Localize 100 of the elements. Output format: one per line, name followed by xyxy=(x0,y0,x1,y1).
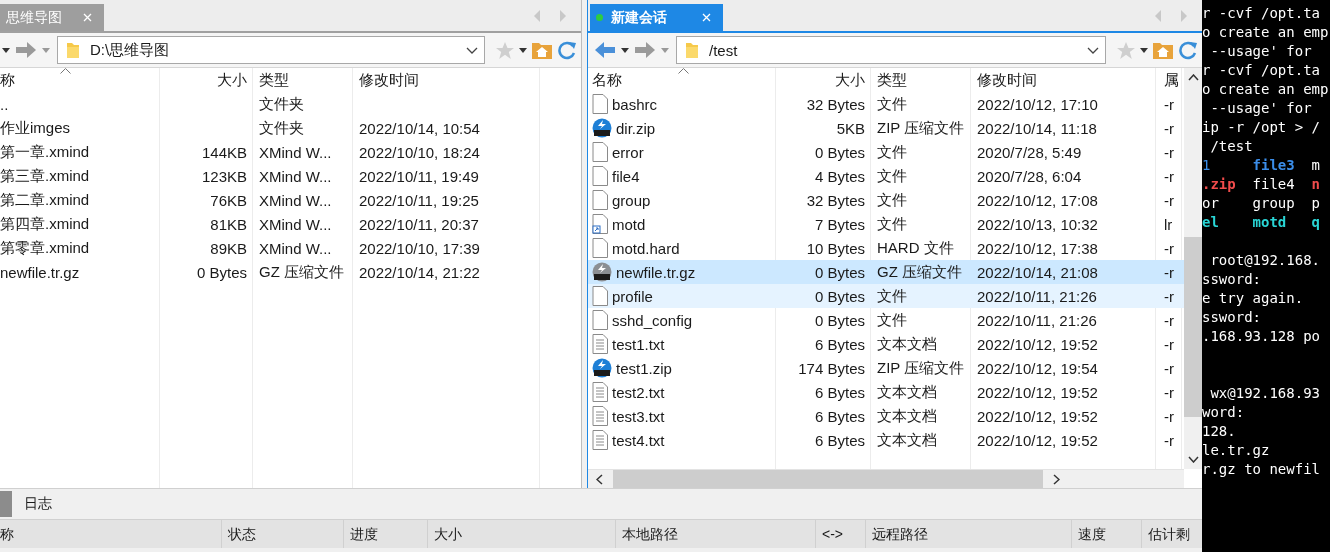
scroll-down-icon[interactable] xyxy=(1187,456,1199,463)
file-permissions: -r xyxy=(1164,431,1174,449)
file-row[interactable]: 第二章.xmind 76KB XMind W... 2022/10/11, 19:25 xyxy=(0,188,581,212)
back-dropdown-icon[interactable] xyxy=(2,47,10,53)
file-row[interactable]: file4 4 Bytes 文件 2020/7/28, 6:04 -r xyxy=(588,164,1184,188)
file-name: file4 xyxy=(612,167,640,185)
scroll-right-icon[interactable] xyxy=(1053,473,1060,485)
modified-time: 2022/10/12, 17:08 xyxy=(977,191,1098,209)
column-header[interactable]: 大小 xyxy=(428,520,616,548)
forward-arrow-icon[interactable] xyxy=(15,41,37,59)
modified-time: 2022/10/12, 19:52 xyxy=(977,383,1098,401)
path-field[interactable]: /test xyxy=(676,36,1106,64)
file-row[interactable]: 第一章.xmind 144KB XMind W... 2022/10/10, 18:24 xyxy=(0,140,581,164)
column-header[interactable]: 称 xyxy=(0,68,160,92)
file-row[interactable]: test4.txt 6 Bytes 文本文档 2022/10/12, 19:52 -r xyxy=(588,428,1184,452)
scroll-left-icon[interactable] xyxy=(596,473,603,485)
file-size: 6 Bytes xyxy=(814,383,865,401)
file-row[interactable]: test3.txt 6 Bytes 文本文档 2022/10/12, 19:52 -r xyxy=(588,404,1184,428)
home-folder-icon[interactable] xyxy=(1153,41,1173,59)
file-icon xyxy=(592,310,608,330)
terminal-text: 1 xyxy=(1202,156,1212,175)
file-row[interactable]: error 0 Bytes 文件 2020/7/28, 5:49 -r xyxy=(588,140,1184,164)
column-header[interactable]: 估计剩 xyxy=(1142,520,1202,548)
column-header[interactable]: 大小 xyxy=(160,68,253,92)
terminal-text: word: xyxy=(1202,403,1245,422)
file-row[interactable]: 第三章.xmind 123KB XMind W... 2022/10/11, 19:49 xyxy=(0,164,581,188)
file-type: 文件 xyxy=(877,94,907,114)
file-row[interactable]: 第零章.xmind 89KB XMind W... 2022/10/10, 17:39 xyxy=(0,236,581,260)
terminal-text: .168.93.128 po xyxy=(1202,327,1320,346)
column-header[interactable]: <-> xyxy=(816,520,866,548)
star-icon[interactable] xyxy=(496,41,514,59)
file-name: error xyxy=(612,143,644,161)
column-header[interactable]: 状态 xyxy=(222,520,344,548)
star-dropdown-icon[interactable] xyxy=(519,47,527,53)
file-row[interactable]: sshd_config 0 Bytes 文件 2022/10/11, 21:26 -r xyxy=(588,308,1184,332)
close-icon[interactable] xyxy=(702,13,711,22)
file-row[interactable]: newfile.tr.gz 0 Bytes GZ 压缩文件 2022/10/14, 21:08 -r xyxy=(588,260,1184,284)
column-header[interactable]: 称 xyxy=(0,520,222,548)
column-header[interactable]: 名称 xyxy=(588,68,776,92)
star-dropdown-icon[interactable] xyxy=(1140,47,1148,53)
file-permissions: -r xyxy=(1164,311,1174,329)
column-header[interactable]: 速度 xyxy=(1072,520,1142,548)
gz-archive-icon xyxy=(592,262,612,282)
file-row[interactable]: test2.txt 6 Bytes 文本文档 2022/10/12, 19:52 -r xyxy=(588,380,1184,404)
column-header[interactable]: 远程路径 xyxy=(866,520,1072,548)
path-field[interactable]: D:\思维导图 xyxy=(57,36,485,64)
star-icon[interactable] xyxy=(1117,41,1135,59)
file-row[interactable]: motd.hard 10 Bytes HARD 文件 2022/10/12, 17:38 -r xyxy=(588,236,1184,260)
file-permissions: -r xyxy=(1164,359,1174,377)
file-name: 第一章.xmind xyxy=(0,142,90,162)
refresh-icon[interactable] xyxy=(1178,40,1198,60)
file-type: ZIP 压缩文件 xyxy=(877,118,965,138)
file-row[interactable]: .. 文件夹 xyxy=(0,92,581,116)
forward-dropdown-icon[interactable] xyxy=(42,47,50,53)
chevron-down-icon[interactable] xyxy=(1087,46,1099,54)
column-header[interactable]: 类型 xyxy=(871,68,971,92)
terminal-panel[interactable] xyxy=(1202,0,1330,552)
refresh-icon[interactable] xyxy=(557,40,577,60)
file-size: 6 Bytes xyxy=(814,335,865,353)
column-header[interactable]: 修改时间 xyxy=(353,68,540,92)
back-dropdown-icon[interactable] xyxy=(621,47,629,53)
file-row[interactable]: group 32 Bytes 文件 2022/10/12, 17:08 -r xyxy=(588,188,1184,212)
column-header[interactable]: 修改时间 xyxy=(971,68,1156,92)
column-header[interactable]: 本地路径 xyxy=(616,520,816,548)
file-name: sshd_config xyxy=(612,311,693,329)
file-type: HARD 文件 xyxy=(877,238,954,258)
back-arrow-icon[interactable] xyxy=(594,41,616,59)
file-row[interactable]: test1.zip 174 Bytes ZIP 压缩文件 2022/10/12, 19:54 -r xyxy=(588,356,1184,380)
file-size: 123KB xyxy=(201,167,247,185)
file-icon xyxy=(592,238,608,258)
column-header[interactable]: 类型 xyxy=(253,68,353,92)
scroll-up-icon[interactable] xyxy=(1187,74,1199,81)
file-row[interactable]: profile 0 Bytes 文件 2022/10/11, 21:26 -r xyxy=(588,284,1184,308)
file-name: newfile.tr.gz xyxy=(0,263,80,281)
vertical-scrollbar[interactable] xyxy=(1184,68,1202,469)
file-row[interactable]: bashrc 32 Bytes 文件 2022/10/12, 17:10 -r xyxy=(588,92,1184,116)
scrollbar-thumb[interactable] xyxy=(613,470,1043,488)
file-name: profile xyxy=(612,287,653,305)
log-tab[interactable]: 日志 xyxy=(20,495,56,513)
file-row[interactable]: 第四章.xmind 81KB XMind W... 2022/10/11, 20:37 xyxy=(0,212,581,236)
file-row[interactable]: dir.zip 5KB ZIP 压缩文件 2022/10/14, 11:18 -r xyxy=(588,116,1184,140)
forward-dropdown-icon[interactable] xyxy=(661,47,669,53)
forward-arrow-icon[interactable] xyxy=(634,41,656,59)
column-header[interactable]: 属 xyxy=(1156,68,1182,92)
column-header[interactable]: 大小 xyxy=(776,68,871,92)
modified-time: 2022/10/12, 17:10 xyxy=(977,95,1098,113)
file-row[interactable]: 作业imges 文件夹 2022/10/14, 10:54 xyxy=(0,116,581,140)
sort-caret-icon xyxy=(678,68,689,74)
scrollbar-thumb[interactable] xyxy=(1184,236,1202,417)
close-icon[interactable] xyxy=(83,13,92,22)
file-row[interactable]: newfile.tr.gz 0 Bytes GZ 压缩文件 2022/10/14, 21:22 xyxy=(0,260,581,284)
file-size: 81KB xyxy=(210,215,247,233)
horizontal-scrollbar[interactable] xyxy=(588,469,1184,488)
column-header[interactable]: 进度 xyxy=(344,520,428,548)
session-tab[interactable]: 新建会话 xyxy=(590,4,723,31)
home-folder-icon[interactable] xyxy=(532,41,552,59)
file-row[interactable]: test1.txt 6 Bytes 文本文档 2022/10/12, 19:52 -r xyxy=(588,332,1184,356)
file-row[interactable]: motd 7 Bytes 文件 2022/10/13, 10:32 lr xyxy=(588,212,1184,236)
chevron-down-icon[interactable] xyxy=(466,46,478,54)
modified-time: 2022/10/12, 19:54 xyxy=(977,359,1098,377)
